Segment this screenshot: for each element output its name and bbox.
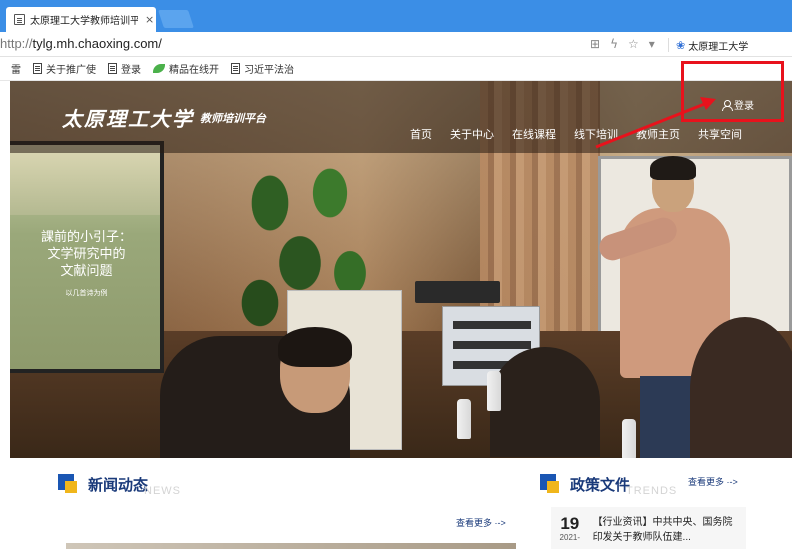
site-name: 太原理工大学 (688, 42, 749, 53)
bookmark-item[interactable]: 关于推广使 (33, 61, 96, 76)
news-title-en: NEWS (144, 485, 182, 497)
policy-title-en: TRENDS (626, 485, 678, 497)
bookmark-label: 精品在线开 (169, 65, 219, 76)
new-tab-button[interactable] (158, 10, 194, 28)
water-bottle (487, 371, 501, 411)
news-title: 新闻动态 (88, 476, 149, 494)
nav-offline-training[interactable]: 线下培训 (574, 128, 618, 142)
date-year-month: 2021- (559, 533, 581, 542)
window-left-edge (0, 81, 10, 549)
address-bar-actions: ⊞ ϟ ☆ ▾ (590, 37, 655, 51)
web-page: 課前的小引子： 文学研究中的 文献问题 以几首诗为例 太原理工大学 教师培训平台… (10, 81, 792, 549)
site-logo[interactable]: 太原理工大学 教师培训平台 (62, 103, 266, 132)
bookmark-item[interactable]: 习近平法治 (231, 61, 294, 76)
screen-title-line: 文献问题 (60, 264, 113, 279)
hero-banner: 課前的小引子： 文学研究中的 文献问题 以几首诗为例 太原理工大学 教师培训平台… (10, 81, 792, 458)
main-nav: 首页 关于中心 在线课程 线下培训 教师主页 共享空间 (410, 128, 742, 142)
equipment-slot (453, 321, 531, 329)
logo-subtitle: 教师培训平台 (200, 111, 266, 125)
date-box: 19 2021- (557, 514, 583, 543)
policy-more-link[interactable]: 查看更多 ·-> (688, 475, 738, 488)
chevron-down-icon[interactable]: ▾ (649, 37, 655, 51)
bookmark-label: 雷 (11, 65, 21, 76)
nav-about[interactable]: 关于中心 (450, 128, 494, 142)
browser-tab[interactable]: 太原理工大学教师培训平 × (6, 7, 156, 32)
nav-teacher-home[interactable]: 教师主页 (636, 128, 680, 142)
annotation-highlight-box (681, 61, 784, 122)
document-icon (108, 63, 117, 74)
close-icon[interactable]: × (145, 13, 154, 26)
bookmark-item[interactable]: 精品在线开 (153, 61, 219, 76)
screen-title-line: 文学研究中的 (47, 247, 126, 262)
bookmark-label: 登录 (121, 65, 141, 76)
screen-title: 課前的小引子： 文学研究中的 文献问题 (14, 229, 159, 280)
news-thumbnail[interactable] (66, 543, 516, 549)
presenter-hair (650, 156, 696, 180)
url-text[interactable]: http://tylg.mh.chaoxing.com/ (0, 36, 162, 51)
audience-hair (278, 327, 352, 367)
document-icon (231, 63, 240, 74)
star-icon[interactable]: ☆ (628, 37, 639, 51)
projector-screen: 課前的小引子： 文学研究中的 文献问题 以几首诗为例 (10, 141, 164, 373)
url-protocol: http:// (0, 36, 33, 51)
logo-calligraphy: 太原理工大学 (62, 107, 194, 131)
leaf-icon (153, 64, 165, 73)
lightning-icon[interactable]: ϟ (610, 37, 618, 51)
equipment-slot (453, 341, 531, 349)
browser-window: 太原理工大学教师培训平 × http://tylg.mh.chaoxing.co… (0, 0, 792, 549)
policy-list-item[interactable]: 19 2021- 【行业资讯】中共中央、国务院印发关于教师队伍建... (551, 507, 746, 549)
screen-title-line: 課前的小引子： (40, 230, 132, 245)
date-day: 19 (560, 514, 580, 533)
policy-section-header: 政策文件 TRENDS (540, 471, 677, 497)
tab-title: 太原理工大学教师培训平 (30, 16, 138, 27)
screen-painting (10, 145, 160, 215)
bookmark-label: 关于推广使 (46, 65, 96, 76)
nav-online-courses[interactable]: 在线课程 (512, 128, 556, 142)
bookmark-partial[interactable]: 雷 (11, 61, 21, 76)
paw-icon: ❀ (676, 39, 686, 52)
document-icon (14, 14, 25, 25)
nav-shared-space[interactable]: 共享空间 (698, 128, 742, 142)
tab-strip: 太原理工大学教师培训平 × (0, 0, 792, 32)
policy-title: 政策文件 (570, 476, 631, 494)
section-marker-icon (58, 474, 78, 494)
url-host: tylg.mh.chaoxing.com/ (32, 36, 162, 51)
search-engine-selector[interactable]: ❀ 太原理工大学 (676, 38, 748, 53)
section-marker-icon (540, 474, 560, 494)
qr-code-icon[interactable]: ⊞ (590, 37, 600, 51)
audience-member (490, 347, 600, 457)
bookmark-label: 习近平法治 (244, 65, 294, 76)
divider (668, 38, 669, 52)
policy-item-text: 【行业资讯】中共中央、国务院印发关于教师队伍建... (592, 517, 733, 543)
audience-member (690, 317, 792, 458)
bookmark-item[interactable]: 登录 (108, 61, 141, 76)
water-bottle (457, 399, 471, 439)
news-section-header: 新闻动态 NEWS (58, 471, 181, 497)
bookmarks-bar: 雷 关于推广使 登录 精品在线开 习近平法治 (0, 57, 792, 81)
nav-home[interactable]: 首页 (410, 128, 432, 142)
news-more-link[interactable]: 查看更多 ·-> (456, 516, 506, 529)
audio-mixer (415, 281, 500, 303)
water-bottle (622, 419, 636, 458)
address-bar[interactable]: http://tylg.mh.chaoxing.com/ ⊞ ϟ ☆ ▾ ❀ 太… (0, 32, 792, 57)
document-icon (33, 63, 42, 74)
screen-subtitle: 以几首诗为例 (65, 289, 108, 297)
